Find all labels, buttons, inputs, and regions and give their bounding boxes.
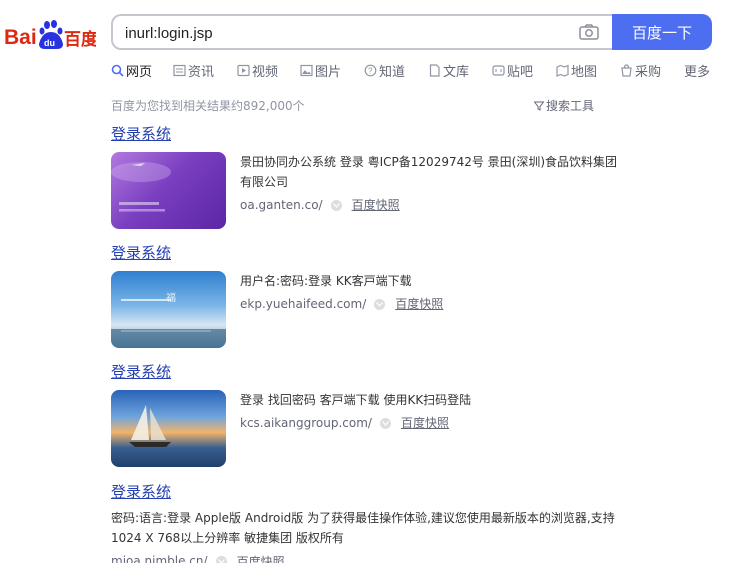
result-url[interactable]: oa.ganten.co/ (240, 195, 323, 215)
result-thumbnail[interactable] (111, 152, 226, 229)
result-thumbnail[interactable]: 福 (111, 271, 226, 348)
result-url[interactable]: kcs.aikanggroup.com/ (240, 413, 372, 433)
result-title-link[interactable]: 登录系统 (111, 362, 621, 382)
snapshot-link[interactable]: 百度快照 (401, 413, 449, 433)
tab-more[interactable]: 更多 (684, 60, 724, 80)
tieba-icon (492, 64, 505, 76)
search-button[interactable]: 百度一下 (612, 14, 712, 50)
camera-icon[interactable] (579, 24, 599, 40)
tab-news[interactable]: 资讯 (173, 60, 237, 80)
tab-video[interactable]: 视频 (237, 60, 300, 80)
result-url-line: mjoa.nimble.cn/ 百度快照 (111, 551, 621, 563)
tab-label: 网页 (126, 64, 153, 80)
snapshot-link[interactable]: 百度快照 (352, 195, 400, 215)
tab-zhidao[interactable]: ? 知道 (364, 60, 428, 80)
result-count: 百度为您找到相关结果约892,000个 (111, 99, 305, 113)
search-result: 登录系统 福 用户名:密码:登录 KK客戸端下载 ekp.yuehaifeed.… (111, 243, 621, 348)
chevron-down-icon[interactable] (379, 417, 391, 429)
tab-label: 采购 (635, 64, 662, 80)
result-url-line: kcs.aikanggroup.com/ 百度快照 (240, 413, 625, 433)
logo-text-du: du (44, 38, 55, 48)
news-icon (173, 64, 186, 76)
baidu-logo[interactable]: Bai du 百度 (4, 18, 96, 54)
search-result: 登录系统 景田协同办公系统 登录 粤ICP备12029742号 景田(深圳)食品… (111, 124, 621, 229)
search-input[interactable] (125, 23, 565, 43)
doc-icon (429, 63, 440, 77)
result-abstract: 登录 找回密码 客戸端下载 使用KK扫码登陆 kcs.aikanggroup.c… (240, 390, 625, 433)
result-abstract-text: 密码:语言:登录 Apple版 Android版 为了获得最佳操作体验,建议您使… (111, 511, 615, 545)
tab-purchase[interactable]: 采购 (620, 60, 684, 80)
result-abstract-text: 用户名:密码:登录 KK客戸端下载 (240, 274, 412, 288)
tab-label: 图片 (315, 64, 342, 80)
snapshot-link[interactable]: 百度快照 (395, 294, 443, 314)
search-tools-button[interactable]: 搜索工具 (534, 97, 594, 114)
tab-label: 贴吧 (507, 64, 534, 80)
result-url-line: ekp.yuehaifeed.com/ 百度快照 (240, 294, 625, 314)
logo-text-baidu: 百度 (64, 29, 96, 50)
search-tabs: 网页 资讯 视频 图片 ? 知道 文库 贴吧 地图 采购 更多 (111, 60, 724, 82)
logo-text-bai: Bai (4, 26, 37, 49)
tab-label: 更多 (684, 64, 711, 80)
tab-label: 地图 (571, 64, 598, 80)
chevron-down-icon[interactable] (330, 199, 342, 211)
search-icon (111, 64, 124, 77)
tab-tieba[interactable]: 贴吧 (492, 60, 556, 80)
result-url[interactable]: ekp.yuehaifeed.com/ (240, 294, 366, 314)
search-result: 登录系统 登录 找回密码 客戸端下载 使用KK扫码登陆 kcs.aikanggr… (111, 362, 621, 467)
result-thumbnail[interactable] (111, 390, 226, 467)
shopping-icon (621, 63, 632, 77)
result-abstract: 用户名:密码:登录 KK客戸端下载 ekp.yuehaifeed.com/ 百度… (240, 271, 625, 314)
result-title-link[interactable]: 登录系统 (111, 243, 621, 263)
result-abstract-text: 登录 找回密码 客戸端下载 使用KK扫码登陆 (240, 393, 472, 407)
video-icon (237, 64, 250, 76)
filter-icon (534, 101, 544, 111)
search-box (111, 14, 613, 50)
question-icon: ? (364, 64, 377, 76)
snapshot-link[interactable]: 百度快照 (237, 553, 285, 563)
svg-text:?: ? (368, 66, 373, 75)
tab-label: 知道 (379, 64, 406, 80)
result-abstract-text: 景田协同办公系统 登录 粤ICP备12029742号 景田(深圳)食品饮料集团有… (240, 155, 618, 189)
result-url[interactable]: mjoa.nimble.cn/ (111, 554, 208, 563)
chevron-down-icon[interactable] (215, 555, 227, 563)
image-icon (300, 64, 313, 76)
chevron-down-icon[interactable] (374, 298, 386, 310)
map-icon (556, 64, 569, 77)
result-abstract: 景田协同办公系统 登录 粤ICP备12029742号 景田(深圳)食品饮料集团有… (240, 152, 625, 215)
result-title-link[interactable]: 登录系统 (111, 124, 621, 144)
result-title-link[interactable]: 登录系统 (111, 482, 621, 502)
tab-label: 文库 (443, 64, 470, 80)
result-url-line: oa.ganten.co/ 百度快照 (240, 195, 625, 215)
tab-label: 视频 (252, 64, 279, 80)
tab-images[interactable]: 图片 (300, 60, 364, 80)
svg-text:福: 福 (166, 291, 176, 304)
tab-map[interactable]: 地图 (556, 60, 620, 80)
search-result: 登录系统 密码:语言:登录 Apple版 Android版 为了获得最佳操作体验… (111, 482, 621, 563)
tab-label: 资讯 (188, 64, 215, 80)
tab-web[interactable]: 网页 (111, 60, 173, 80)
search-tools-label: 搜索工具 (546, 99, 595, 113)
tab-wenku[interactable]: 文库 (428, 60, 492, 80)
